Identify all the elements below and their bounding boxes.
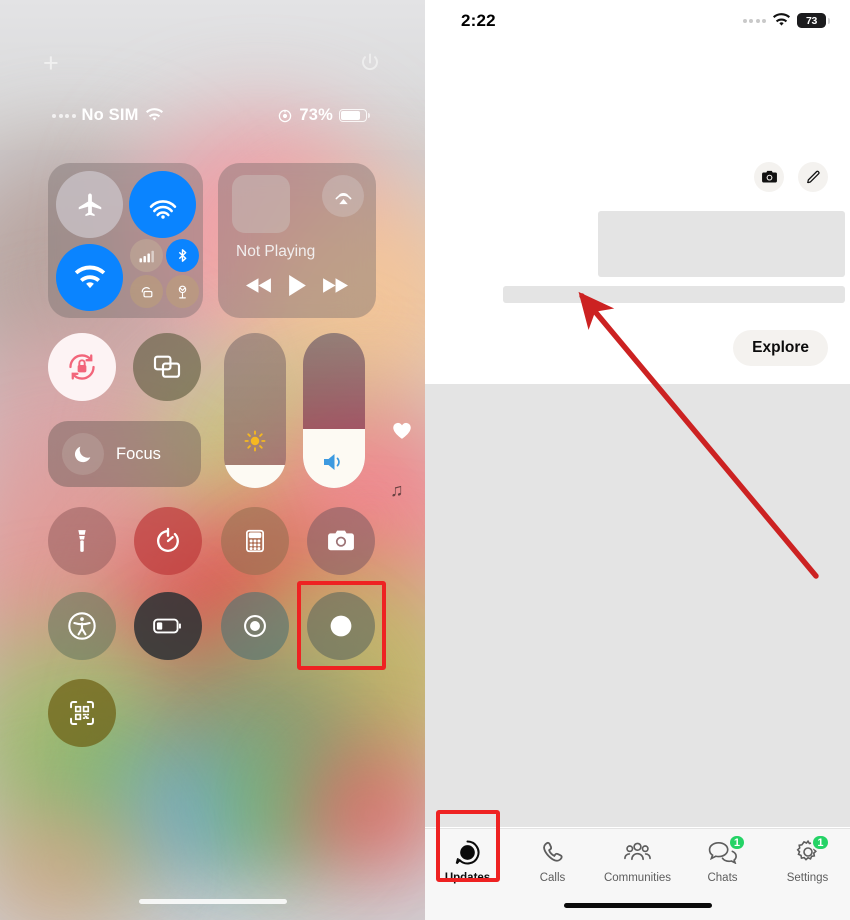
wifi-toggle[interactable] — [56, 244, 123, 311]
battery-percent-label: 73% — [299, 106, 333, 124]
qr-code-scanner-icon[interactable] — [48, 679, 116, 747]
airdrop-toggle[interactable] — [129, 171, 196, 238]
channels-skeleton — [425, 384, 850, 827]
cellular-data-toggle[interactable] — [130, 239, 163, 272]
tab-chats[interactable]: 1 Chats — [680, 834, 765, 884]
whatsapp-updates-panel: 2:22 73 Updates Status — [425, 0, 850, 920]
home-indicator — [563, 903, 712, 908]
calculator-icon[interactable] — [221, 507, 289, 575]
satellite-toggle[interactable] — [166, 275, 199, 308]
control-center-topbar: + — [0, 26, 425, 77]
ios-control-center-panel: + No SIM 73% Not Playing Focus ♫ — [0, 0, 425, 920]
settings-badge: 1 — [811, 834, 830, 851]
ios-status-bar: 2:22 73 — [425, 0, 850, 44]
signal-dots-icon — [52, 113, 76, 118]
tab-communities[interactable]: Communities — [595, 837, 680, 884]
tab-label: Communities — [603, 872, 672, 884]
tab-calls[interactable]: Calls — [510, 837, 595, 884]
add-control-icon[interactable]: + — [43, 50, 65, 77]
album-artwork — [232, 175, 290, 233]
rotation-lock-toggle[interactable] — [48, 333, 116, 401]
airplane-mode-toggle[interactable] — [56, 171, 123, 238]
wifi-icon — [772, 13, 791, 28]
phone-icon — [540, 837, 565, 867]
battery-level-label: 73 — [805, 14, 818, 27]
signal-dots-icon — [742, 18, 766, 23]
battery-icon: 73 — [797, 13, 830, 28]
volume-slider[interactable] — [303, 333, 365, 488]
pencil-icon[interactable] — [798, 162, 828, 192]
tab-label: Calls — [539, 872, 566, 884]
timer-icon[interactable] — [134, 507, 202, 575]
chats-icon: 1 — [708, 834, 746, 867]
camera-icon[interactable] — [754, 162, 784, 192]
now-playing-label: Not Playing — [236, 243, 316, 260]
airplay-icon[interactable] — [322, 175, 364, 217]
screen-record-icon[interactable] — [221, 592, 289, 660]
status-skeleton-bar — [503, 286, 845, 303]
now-playing-module[interactable]: Not Playing — [218, 163, 376, 318]
volume-icon — [303, 450, 365, 474]
battery-icon — [339, 108, 370, 123]
status-skeleton-block — [598, 211, 845, 277]
focus-label: Focus — [116, 444, 161, 463]
status-row: My status — [425, 208, 850, 308]
connectivity-module[interactable] — [48, 163, 203, 318]
focus-indicator-icon — [277, 108, 293, 124]
screen-mirroring-toggle[interactable] — [133, 333, 201, 401]
music-note-icon: ♫ — [390, 480, 404, 500]
focus-toggle[interactable]: Focus — [48, 421, 201, 487]
accessibility-icon[interactable] — [48, 592, 116, 660]
power-icon[interactable] — [358, 51, 382, 75]
flashlight-toggle[interactable] — [48, 507, 116, 575]
camera-icon[interactable] — [307, 507, 375, 575]
brightness-slider[interactable] — [224, 333, 286, 488]
control-center-status-bar: No SIM 73% — [0, 106, 425, 136]
highlight-box-updates-tab — [436, 810, 500, 882]
gear-icon: 1 — [795, 834, 830, 867]
explore-button[interactable]: Explore — [733, 330, 828, 366]
tab-settings[interactable]: 1 Settings — [765, 834, 850, 884]
communities-icon — [623, 837, 652, 867]
low-power-mode-icon[interactable] — [134, 592, 202, 660]
play-icon[interactable] — [288, 274, 307, 302]
fast-forward-icon[interactable] — [321, 276, 348, 300]
rewind-icon[interactable] — [246, 276, 273, 300]
status-time: 2:22 — [461, 11, 496, 30]
brightness-icon — [224, 430, 286, 452]
tab-label: Chats — [707, 872, 738, 884]
carrier-label: No SIM — [81, 106, 139, 124]
tab-label: Settings — [786, 872, 829, 884]
chats-badge: 1 — [727, 834, 746, 851]
home-indicator — [138, 899, 287, 904]
hearing-heart-icon — [392, 421, 412, 441]
bluetooth-toggle[interactable] — [166, 239, 199, 272]
wifi-icon — [145, 108, 164, 123]
moon-icon — [62, 433, 104, 475]
highlight-box-dark-mode — [297, 581, 386, 670]
personal-hotspot-toggle[interactable] — [130, 275, 163, 308]
